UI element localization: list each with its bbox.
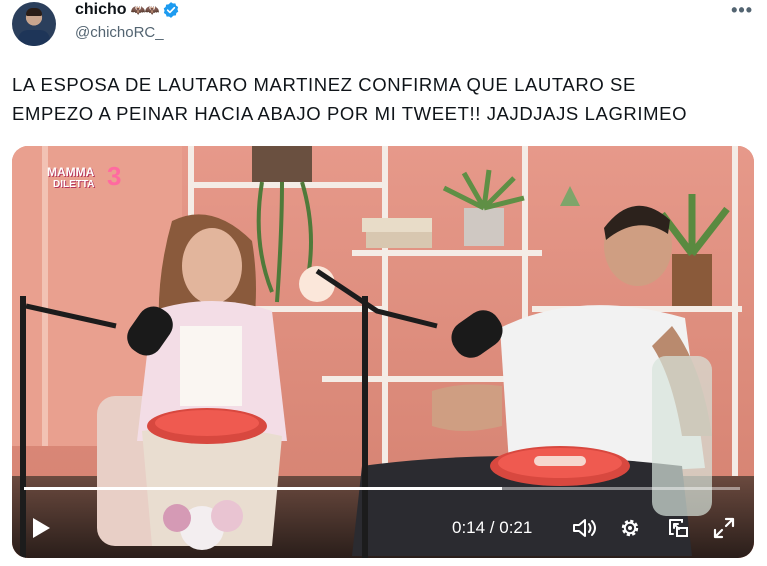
video-progress-fill [24,487,502,490]
show-logo-title: MAMMA [47,165,95,179]
show-logo: MAMMA DILETTA 3 [45,159,129,199]
picture-in-picture-icon[interactable] [666,516,690,540]
author-name-row[interactable]: chicho 🦇🦇 [75,0,180,20]
author-handle[interactable]: @chichoRC_ [75,24,164,41]
volume-icon[interactable] [572,516,598,540]
video-frame [12,146,754,558]
tweet-text-line-1: LA ESPOSA DE LAUTARO MARTINEZ CONFIRMA Q… [12,74,636,95]
author-display-name[interactable]: chicho [75,1,127,19]
verified-badge-icon [164,2,179,18]
video-progress-bar[interactable] [24,487,740,490]
show-logo-episode: 3 [107,161,122,191]
tweet-header: chicho 🦇🦇 @chichoRC_ ••• [0,0,767,60]
bat-emoji-icon: 🦇🦇 [130,3,160,17]
show-logo-subtitle: DILETTA [53,179,95,190]
video-time: 0:14 / 0:21 [452,518,533,537]
tweet-text-line-2: EMPEZO A PEINAR HACIA ABAJO POR MI TWEET… [12,103,688,124]
play-icon[interactable] [30,516,52,540]
tweet-text: LA ESPOSA DE LAUTARO MARTINEZ CONFIRMA Q… [12,70,757,128]
more-options-icon[interactable]: ••• [731,0,753,21]
avatar[interactable] [12,2,56,46]
video-player[interactable]: MAMMA DILETTA 3 0:14 / 0:21 [12,146,754,558]
gear-icon[interactable] [618,516,642,540]
video-controls: 0:14 / 0:21 [12,508,754,548]
fullscreen-icon[interactable] [712,516,736,540]
